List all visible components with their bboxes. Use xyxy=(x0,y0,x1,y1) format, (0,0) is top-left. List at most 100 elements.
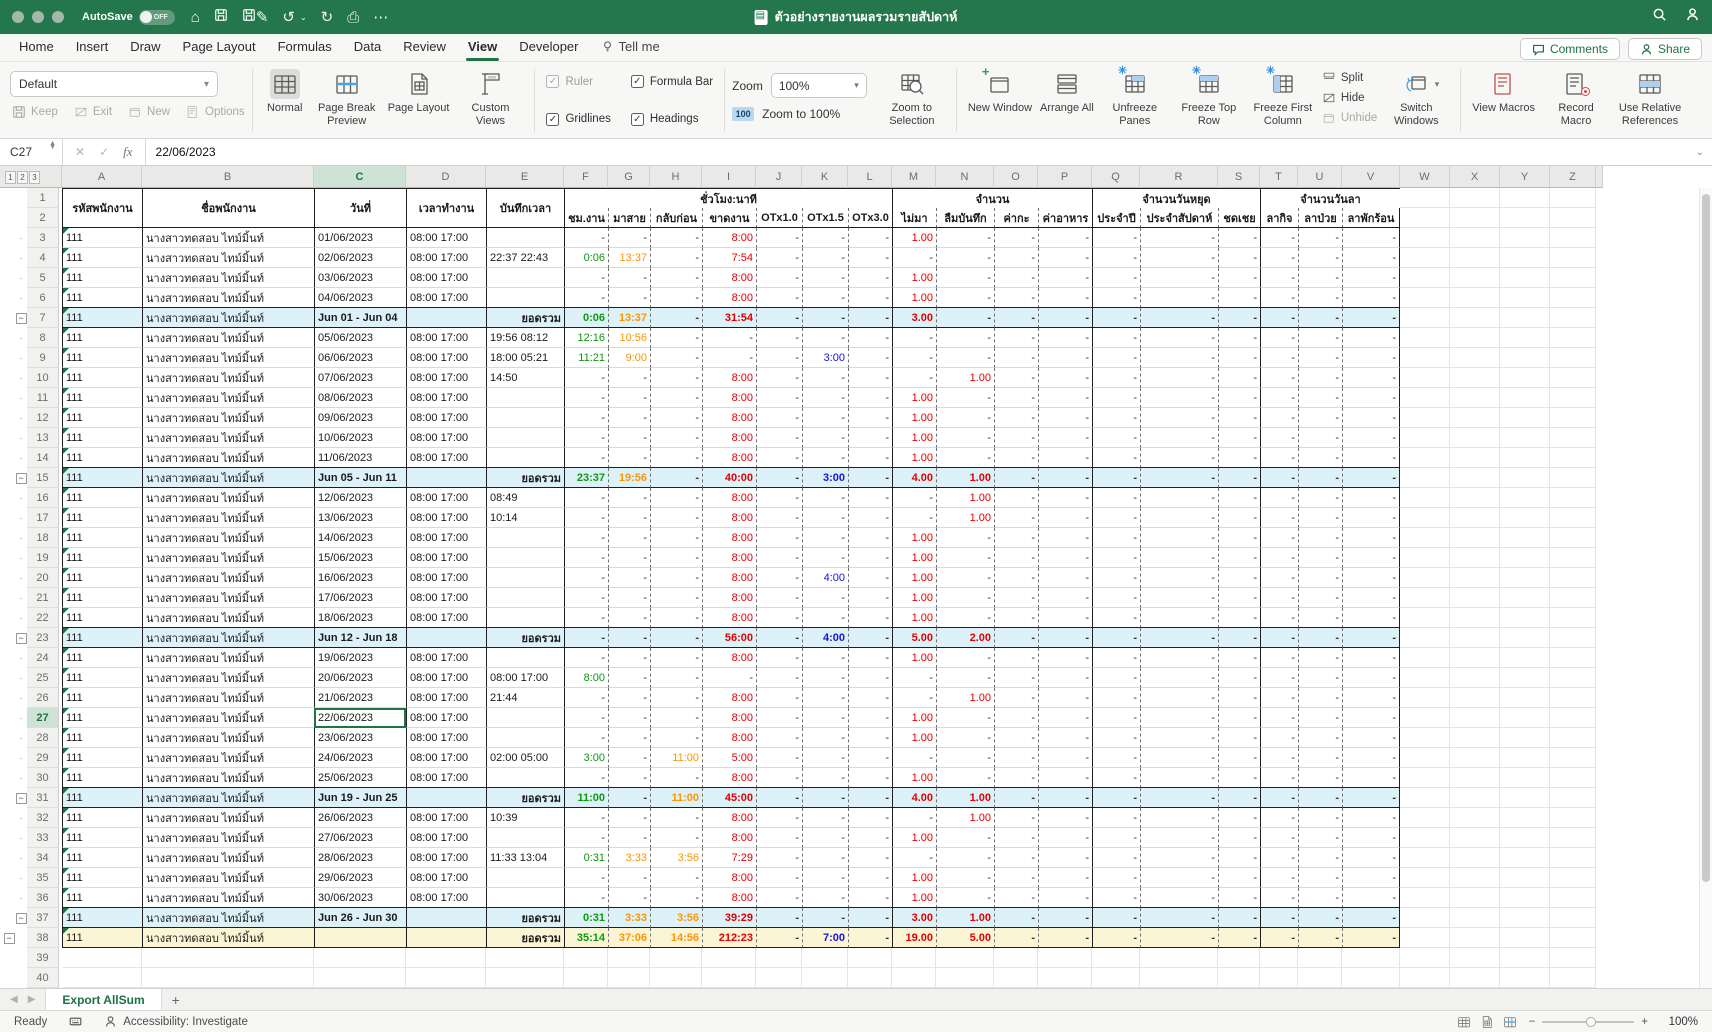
cell-D19[interactable]: 08:00 17:00 xyxy=(406,548,486,568)
cell-E8[interactable]: 19:56 08:12 xyxy=(486,328,564,348)
cell-I23[interactable]: 56:00 xyxy=(702,628,756,648)
column-header-R[interactable]: R xyxy=(1140,166,1218,188)
cell-D26[interactable]: 08:00 17:00 xyxy=(406,688,486,708)
cell-F16[interactable]: - xyxy=(564,488,608,508)
row-header-37[interactable]: 37 xyxy=(27,908,59,928)
cell-E3[interactable] xyxy=(486,228,564,248)
cell-D15[interactable] xyxy=(406,468,486,488)
cell-O9[interactable]: - xyxy=(994,348,1038,368)
undo-icon[interactable]: ↺ xyxy=(282,8,295,26)
cell-P37[interactable]: - xyxy=(1038,908,1092,928)
cell-T4[interactable]: - xyxy=(1260,248,1298,268)
cell-P40[interactable] xyxy=(1038,968,1092,988)
cell[interactable] xyxy=(1550,848,1596,868)
cell-M37[interactable]: 3.00 xyxy=(892,908,936,928)
cell-B25[interactable]: นางสาวทดสอบ ไทม์มิ้นท์ xyxy=(142,668,314,688)
cell-C28[interactable]: 23/06/2023 xyxy=(314,728,406,748)
cell-E6[interactable] xyxy=(486,288,564,308)
cell[interactable] xyxy=(1550,788,1596,808)
cell[interactable] xyxy=(1500,928,1550,948)
cell-U25[interactable]: - xyxy=(1298,668,1342,688)
cell-K29[interactable]: - xyxy=(802,748,848,768)
cell[interactable] xyxy=(1450,408,1500,428)
cell-L6[interactable]: - xyxy=(848,288,892,308)
cell-B7[interactable]: นางสาวทดสอบ ไทม์มิ้นท์ xyxy=(142,308,314,328)
cell-O6[interactable]: - xyxy=(994,288,1038,308)
cell-F34[interactable]: 0:31 xyxy=(564,848,608,868)
cell[interactable] xyxy=(1550,308,1596,328)
cell-O10[interactable]: - xyxy=(994,368,1038,388)
row-header-35[interactable]: 35 xyxy=(27,868,59,888)
cell-O34[interactable]: - xyxy=(994,848,1038,868)
cell-E27[interactable] xyxy=(486,708,564,728)
cell-A40[interactable] xyxy=(62,968,142,988)
cell-I25[interactable]: - xyxy=(702,668,756,688)
cell-U19[interactable]: - xyxy=(1298,548,1342,568)
cell-H12[interactable]: - xyxy=(650,408,702,428)
cell[interactable] xyxy=(1450,748,1500,768)
cell-T5[interactable]: - xyxy=(1260,268,1298,288)
name-box-stepper[interactable]: ▲▼ xyxy=(49,142,56,150)
row-header-40[interactable]: 40 xyxy=(27,968,59,988)
cell-R40[interactable] xyxy=(1140,968,1218,988)
cell-K38[interactable]: 7:00 xyxy=(802,928,848,948)
cell-F21[interactable]: - xyxy=(564,588,608,608)
cell-T12[interactable]: - xyxy=(1260,408,1298,428)
cell-V12[interactable]: - xyxy=(1342,408,1400,428)
cell-L8[interactable]: - xyxy=(848,328,892,348)
cell-U21[interactable]: - xyxy=(1298,588,1342,608)
row-header-29[interactable]: 29 xyxy=(27,748,59,768)
cell[interactable] xyxy=(1550,828,1596,848)
cell-L34[interactable]: - xyxy=(848,848,892,868)
close-window-button[interactable] xyxy=(12,11,24,23)
cell-D12[interactable]: 08:00 17:00 xyxy=(406,408,486,428)
cell-W39[interactable] xyxy=(1400,948,1450,968)
cell-M6[interactable]: 1.00 xyxy=(892,288,936,308)
zoom-to-selection-button[interactable]: Zoom to Selection xyxy=(875,65,949,127)
cell-H6[interactable]: - xyxy=(650,288,702,308)
cell[interactable] xyxy=(1550,448,1596,468)
cell-O35[interactable]: - xyxy=(994,868,1038,888)
cell-D8[interactable]: 08:00 17:00 xyxy=(406,328,486,348)
cell-V36[interactable]: - xyxy=(1342,888,1400,908)
cell[interactable] xyxy=(1450,648,1500,668)
cell-S20[interactable]: - xyxy=(1218,568,1260,588)
column-header-T[interactable]: T xyxy=(1260,166,1298,188)
cell-S13[interactable]: - xyxy=(1218,428,1260,448)
cell-O19[interactable]: - xyxy=(994,548,1038,568)
cell-E22[interactable] xyxy=(486,608,564,628)
cell-Q20[interactable]: - xyxy=(1092,568,1140,588)
ribbon-tab-home[interactable]: Home xyxy=(19,39,54,61)
cell-S28[interactable]: - xyxy=(1218,728,1260,748)
cell[interactable] xyxy=(1500,568,1550,588)
cell-J5[interactable]: - xyxy=(756,268,802,288)
cell-U18[interactable]: - xyxy=(1298,528,1342,548)
cell-J23[interactable]: - xyxy=(756,628,802,648)
cell-A7[interactable]: 111 xyxy=(62,308,142,328)
cell-B30[interactable]: นางสาวทดสอบ ไทม์มิ้นท์ xyxy=(142,768,314,788)
cell-R22[interactable]: - xyxy=(1140,608,1218,628)
cell-P28[interactable]: - xyxy=(1038,728,1092,748)
cell-B5[interactable]: นางสาวทดสอบ ไทม์มิ้นท์ xyxy=(142,268,314,288)
cell-P12[interactable]: - xyxy=(1038,408,1092,428)
cell-M7[interactable]: 3.00 xyxy=(892,308,936,328)
table-header-group[interactable]: จำนวนวันลา xyxy=(1260,188,1400,208)
cell-M29[interactable]: - xyxy=(892,748,936,768)
cell-B29[interactable]: นางสาวทดสอบ ไทม์มิ้นท์ xyxy=(142,748,314,768)
cell-N17[interactable]: 1.00 xyxy=(936,508,994,528)
cell-A27[interactable]: 111 xyxy=(62,708,142,728)
column-header-K[interactable]: K xyxy=(802,166,848,188)
cell-C16[interactable]: 12/06/2023 xyxy=(314,488,406,508)
cell-F19[interactable]: - xyxy=(564,548,608,568)
cell-F17[interactable]: - xyxy=(564,508,608,528)
cell-U5[interactable]: - xyxy=(1298,268,1342,288)
cell-J26[interactable]: - xyxy=(756,688,802,708)
cell-G36[interactable]: - xyxy=(608,888,650,908)
sheet-tab-export-allsum[interactable]: Export AllSum xyxy=(45,989,161,1010)
column-header-E[interactable]: E xyxy=(486,166,564,188)
cell-K13[interactable]: - xyxy=(802,428,848,448)
cell-O7[interactable]: - xyxy=(994,308,1038,328)
cell-T21[interactable]: - xyxy=(1260,588,1298,608)
row-header-17[interactable]: 17 xyxy=(27,508,59,528)
cell-R18[interactable]: - xyxy=(1140,528,1218,548)
